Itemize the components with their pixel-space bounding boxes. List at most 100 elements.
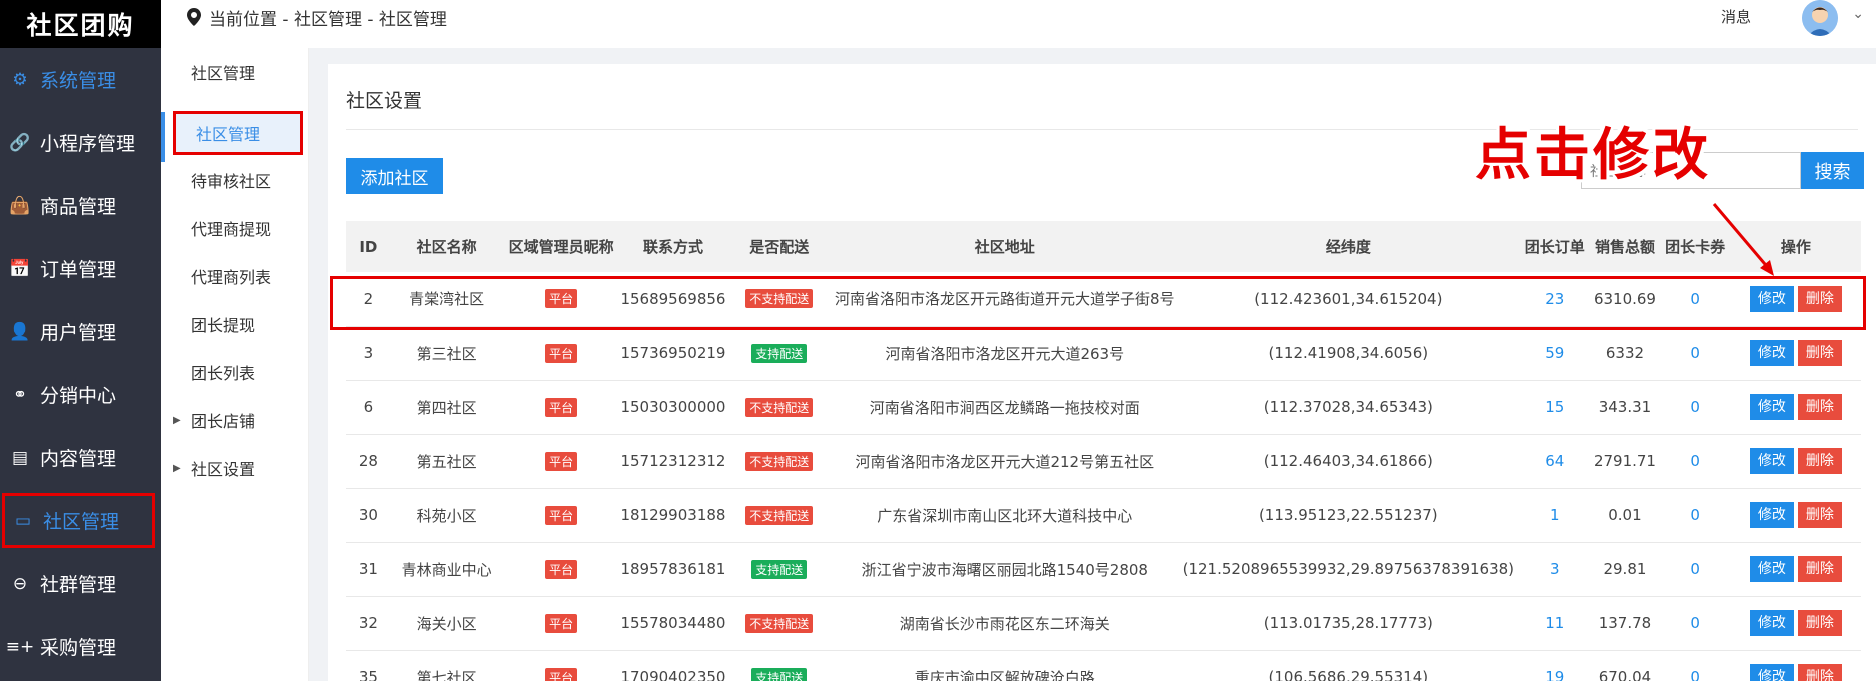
cell-admin: 平台 [545,343,578,363]
delete-button[interactable]: 删除 [1797,610,1842,636]
table-cell: 平台 [502,272,620,327]
table-cell-actions: 修改 删除 [1730,488,1861,543]
cell-orders-link[interactable]: 19 [1545,668,1564,681]
cell-coupons-link[interactable]: 0 [1690,290,1700,308]
submenu-header[interactable]: 社区管理 [161,48,308,96]
edit-button[interactable]: 修改 [1749,610,1794,636]
cell-phone: 18957836181 [620,560,726,578]
cell-orders-link[interactable]: 3 [1550,560,1560,578]
column-header: 联系方式 [619,221,727,272]
delete-button[interactable]: 删除 [1797,394,1842,420]
table-cell: (113.01735,28.17773) [1177,596,1520,651]
submenu-item-community-settings[interactable]: ▶ 社区设置 [161,444,308,492]
delete-button[interactable]: 删除 [1797,285,1842,312]
cell-id: 31 [358,560,378,578]
cell-orders-link[interactable]: 11 [1545,614,1564,632]
messages-link[interactable]: 消息 [1721,6,1751,27]
chevron-down-icon[interactable]: ⌄ [1852,6,1864,22]
cell-name: 海关小区 [416,614,477,633]
annotation-arrow-icon [1712,203,1774,276]
sidebar-item-distribution[interactable]: ⚭ 分销中心 [0,363,161,426]
table-cell-actions: 修改 删除 [1730,272,1861,327]
table-cell: 15 [1519,380,1591,435]
submenu-item-leader-withdraw[interactable]: 团长提现 [161,300,308,348]
table-cell: 59 [1519,326,1591,381]
cell-admin: 平台 [545,613,578,633]
table-cell: 2791.71 [1590,434,1660,489]
cell-coupons-link[interactable]: 0 [1690,614,1700,632]
sidebar-item-orders[interactable]: 📅 订单管理 [0,237,161,300]
cell-orders-link[interactable]: 59 [1545,344,1564,362]
cell-orders-link[interactable]: 1 [1550,506,1560,524]
table-cell: 平台 [502,326,620,381]
cell-delivery: 支持配送 [751,559,808,579]
submenu-item-pending[interactable]: 待审核社区 [161,156,308,204]
sidebar-item-label: 订单管理 [40,259,117,281]
table-cell: 6 [346,380,391,435]
sidebar-item-label: 采购管理 [40,637,117,659]
table-cell: 23 [1519,272,1591,327]
submenu-item-agent-withdraw[interactable]: 代理商提现 [161,204,308,252]
delete-button[interactable]: 删除 [1797,448,1842,474]
cell-sales: 0.01 [1608,506,1642,524]
sidebar-item-group[interactable]: ⊖ 社群管理 [0,552,161,615]
table-cell: 浙江省宁波市海曙区丽园北路1540号2808 [832,542,1178,597]
cell-coupons-link[interactable]: 0 [1690,506,1700,524]
add-community-button[interactable]: 添加社区 [346,158,443,194]
cell-coupons-link[interactable]: 0 [1690,668,1700,681]
submenu-item-leader-list[interactable]: 团长列表 [161,348,308,396]
sidebar-item-content[interactable]: ▤ 内容管理 [0,426,161,489]
cell-coupons-link[interactable]: 0 [1690,560,1700,578]
cell-coordinates: (106.5686,29.55314) [1268,668,1429,681]
cell-orders-link[interactable]: 15 [1545,398,1564,416]
cell-delivery: 不支持配送 [745,289,814,309]
user-icon: 👤 [9,321,31,342]
cell-orders-link[interactable]: 23 [1545,290,1564,308]
edit-button[interactable]: 修改 [1749,664,1794,681]
column-header: 销售总额 [1590,221,1660,272]
edit-button[interactable]: 修改 [1749,502,1794,528]
cell-admin: 平台 [545,559,578,579]
edit-button[interactable]: 修改 [1749,448,1794,474]
delete-button[interactable]: 删除 [1797,340,1842,366]
table-cell: 0 [1659,488,1731,543]
sidebar-item-community[interactable]: ▭ 社区管理 [2,493,155,548]
delete-button[interactable]: 删除 [1797,556,1842,582]
cell-coupons-link[interactable]: 0 [1690,452,1700,470]
cell-coupons-link[interactable]: 0 [1690,398,1700,416]
table-cell: 不支持配送 [726,380,833,435]
cell-address: 浙江省宁波市海曙区丽园北路1540号2808 [861,560,1148,579]
sidebar-item-purchase[interactable]: ≡+ 采购管理 [0,615,161,678]
sidebar-item-miniapp[interactable]: 🔗 小程序管理 [0,111,161,174]
table-row: 2 青棠湾社区 平台 15689569856 不支持配送 河南省洛阳市洛龙区开元路街道开元… [346,272,1861,327]
table-cell: 0 [1659,596,1731,651]
submenu-item-agent-list[interactable]: 代理商列表 [161,252,308,300]
table-cell: 平台 [502,650,620,681]
sidebar-item-goods[interactable]: 👜 商品管理 [0,174,161,237]
table-cell: 0 [1659,272,1731,327]
edit-button[interactable]: 修改 [1749,394,1794,420]
cell-coupons-link[interactable]: 0 [1690,344,1700,362]
page-title: 社区设置 [346,90,423,112]
sidebar-item-system[interactable]: ⚙ 系统管理 [0,48,161,111]
table-cell: 137.78 [1590,596,1660,651]
table-cell: 科苑小区 [390,488,503,543]
edit-button[interactable]: 修改 [1749,340,1794,366]
table-cell: 15030300000 [619,380,727,435]
table-cell: 支持配送 [726,650,833,681]
table-cell: 0 [1659,434,1731,489]
submenu-item-community-active[interactable]: 社区管理 [173,111,303,155]
search-button[interactable]: 搜索 [1801,152,1864,189]
column-header: 社区名称 [390,221,503,272]
edit-button[interactable]: 修改 [1749,285,1794,312]
table-cell: 19 [1519,650,1591,681]
submenu-item-leader-shop[interactable]: ▶ 团长店铺 [161,396,308,444]
delete-button[interactable]: 删除 [1797,664,1842,681]
caret-right-icon: ▶ [173,462,181,474]
edit-button[interactable]: 修改 [1749,556,1794,582]
calendar-icon: 📅 [9,258,31,279]
avatar[interactable] [1802,0,1838,36]
sidebar-item-users[interactable]: 👤 用户管理 [0,300,161,363]
cell-orders-link[interactable]: 64 [1545,452,1564,470]
delete-button[interactable]: 删除 [1797,502,1842,528]
